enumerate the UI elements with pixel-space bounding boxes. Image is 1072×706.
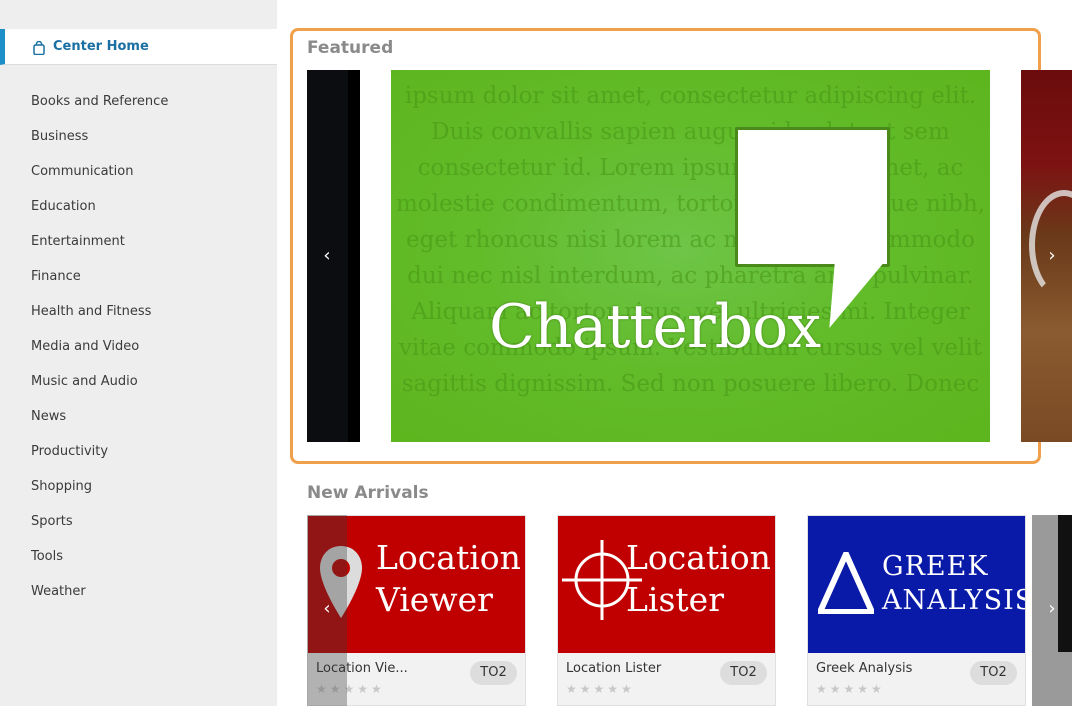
category-item[interactable]: Tools [0,539,277,574]
thumb-line2: Analysis [882,585,1025,616]
banner-title: Chatterbox [489,292,821,362]
new-arrivals-heading: New Arrivals [307,483,429,503]
category-item[interactable]: Sports [0,504,277,539]
category-item[interactable]: Entertainment [0,224,277,259]
category-item[interactable]: Weather [0,574,277,609]
app-thumbnail: Greek Analysis [808,516,1025,653]
rating-stars: ★★★★★ [816,682,885,696]
featured-banner-chatterbox[interactable]: ipsum dolor sit amet, consectetur adipis… [391,70,990,442]
category-item[interactable]: Finance [0,259,277,294]
rating-stars: ★★★★★ [566,682,635,696]
speech-bubble-icon [735,127,890,267]
category-item[interactable]: Music and Audio [0,364,277,399]
chevron-left-icon[interactable]: ‹ [315,244,339,268]
slide-edge [348,70,360,442]
category-item[interactable]: Business [0,119,277,154]
chevron-left-icon[interactable]: ‹ [315,597,339,621]
category-item[interactable]: Health and Fitness [0,294,277,329]
publisher-badge: TO2 [470,661,517,685]
center-home-label: Center Home [53,39,149,54]
thumb-line1: Location [626,538,771,577]
app-card-greek-analysis[interactable]: Greek Analysis Greek Analysis TO2 ★★★★★ [807,515,1026,706]
publisher-badge: TO2 [970,661,1017,685]
chevron-right-icon[interactable]: › [1040,244,1064,268]
featured-heading: Featured [307,38,394,58]
category-item[interactable]: Shopping [0,469,277,504]
app-thumbnail: Location Lister [558,516,775,653]
thumb-line1: Location [376,538,521,577]
publisher-badge: TO2 [720,661,767,685]
app-card-location-lister[interactable]: Location Lister Location Lister TO2 ★★★★… [557,515,776,706]
category-item[interactable]: Productivity [0,434,277,469]
shopping-bag-icon [33,40,45,55]
category-item[interactable]: Media and Video [0,329,277,364]
sidebar: Center Home Books and Reference Business… [0,0,277,706]
category-item[interactable]: News [0,399,277,434]
center-home-link[interactable]: Center Home [0,29,277,65]
thumb-line1: Greek [882,551,989,582]
delta-icon [818,552,874,614]
card-thumbnail-partial [1058,515,1072,652]
thumb-line2: Lister [626,580,724,619]
category-item[interactable]: Communication [0,154,277,189]
app-name: Greek Analysis [816,661,913,676]
category-item[interactable]: Books and Reference [0,84,277,119]
chevron-right-icon[interactable]: › [1040,597,1064,621]
app-name: Location Lister [566,661,662,676]
category-list: Books and Reference Business Communicati… [0,84,277,609]
category-item[interactable]: Education [0,189,277,224]
thumb-line2: Viewer [376,580,493,619]
